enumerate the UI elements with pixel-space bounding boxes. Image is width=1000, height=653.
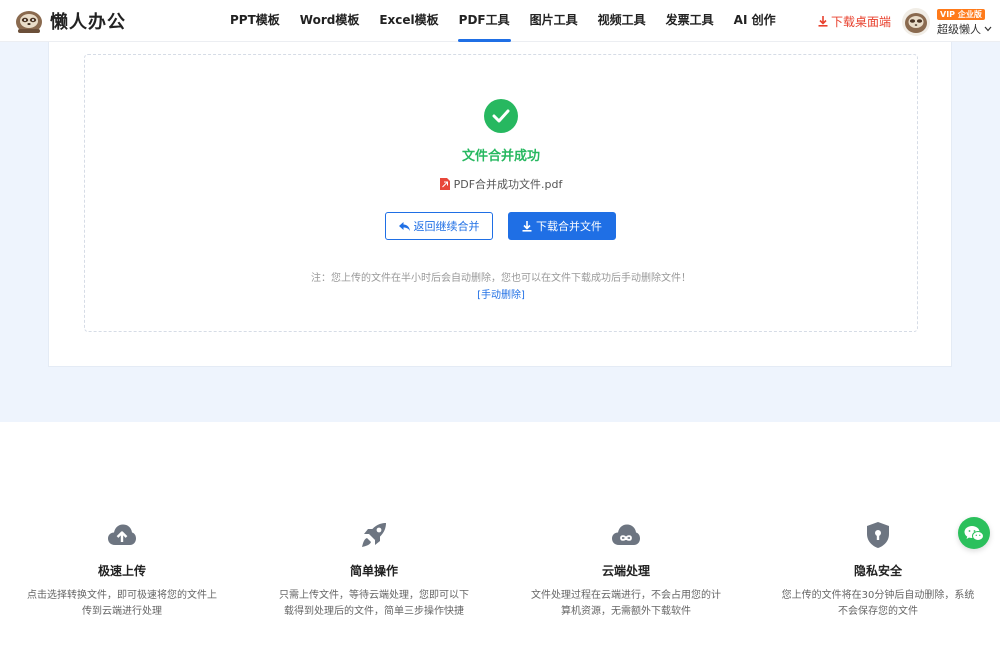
feature-title: 极速上传 [97,564,146,578]
nav-excel-templates[interactable]: Excel模板 [369,0,448,42]
nav-ai-create[interactable]: AI 创作 [724,0,786,42]
chevron-down-icon [984,26,992,32]
download-desktop-link[interactable]: 下载桌面端 [818,13,891,30]
download-icon [522,220,532,232]
nav-pdf-tools[interactable]: PDF工具 [449,0,520,42]
success-message: 文件合并成功 [461,149,540,164]
feature-desc: 点击选择转换文件，即可极速将您的文件上传到云端进行处理 [27,590,217,617]
wechat-float-button[interactable] [958,517,990,549]
feature-title: 简单操作 [349,564,398,578]
nav-word-templates[interactable]: Word模板 [290,0,370,42]
wechat-icon [964,525,984,541]
nav-image-tools[interactable]: 图片工具 [520,0,588,42]
top-navbar: 懒人办公 PPT模板 Word模板 Excel模板 PDF工具 图片工具 视频工… [0,0,1000,42]
feature-title: 云端处理 [601,564,650,578]
feature-desc: 只需上传文件，等待云端处理，您即可以下载得到处理后的文件，简单三步操作快捷 [279,590,469,617]
shield-lock-icon [863,520,893,550]
auto-delete-note: 注：您上传的文件在半小时后会自动删除，您也可以在文件下载成功后手动删除文件！ [311,273,691,284]
feature-desc: 您上传的文件将在30分钟后自动删除，系统不会保存您的文件 [781,590,975,617]
logo-text: 懒人办公 [50,12,126,33]
download-button-label: 下载合并文件 [536,220,602,233]
rocket-icon [359,520,389,550]
feature-simple-operation: 简单操作 只需上传文件，等待云端处理，您即可以下载得到处理后的文件，简单三步操作… [264,520,484,620]
success-check-icon [484,99,518,133]
back-continue-merge-button[interactable]: 返回继续合并 [385,212,493,240]
manual-delete-link[interactable]: [手动删除] [85,286,917,301]
feature-fast-upload: 极速上传 点击选择转换文件，即可极速将您的文件上传到云端进行处理 [12,520,232,620]
download-icon [818,16,828,27]
feature-desc: 文件处理过程在云端进行，不会占用您的计算机资源，无需额外下载软件 [531,590,721,617]
cloud-process-icon [611,520,641,550]
main-stage: 文件合并成功 PDF合并成功文件.pdf 返回继续合并 下载合并文件 注：您上传… [0,42,1000,422]
download-desktop-label: 下载桌面端 [831,15,892,29]
download-merged-file-button[interactable]: 下载合并文件 [508,212,616,240]
vip-badge: VIP 企业版 [937,9,985,20]
result-card: 文件合并成功 PDF合并成功文件.pdf 返回继续合并 下载合并文件 注：您上传… [48,42,952,367]
avatar[interactable] [902,8,930,36]
result-file: PDF合并成功文件.pdf [85,176,917,192]
logo[interactable]: 懒人办公 [14,7,126,35]
sloth-logo-icon [16,11,42,33]
result-panel: 文件合并成功 PDF合并成功文件.pdf 返回继续合并 下载合并文件 注：您上传… [84,54,918,332]
reply-arrow-icon [398,221,410,231]
back-button-label: 返回继续合并 [413,220,480,233]
result-file-name: PDF合并成功文件.pdf [453,178,563,191]
sloth-avatar-icon [905,13,927,33]
feature-title: 隐私安全 [853,564,902,578]
user-menu[interactable]: 超级懒人 [937,21,992,37]
pdf-file-icon [439,178,450,190]
cloud-upload-icon [107,520,137,550]
main-nav: PPT模板 Word模板 Excel模板 PDF工具 图片工具 视频工具 发票工… [220,0,786,42]
nav-ppt-templates[interactable]: PPT模板 [220,0,290,42]
username-label: 超级懒人 [937,23,981,36]
feature-cloud-processing: 云端处理 文件处理过程在云端进行，不会占用您的计算机资源，无需额外下载软件 [516,520,736,620]
nav-invoice-tools[interactable]: 发票工具 [656,0,724,42]
feature-privacy-security: 隐私安全 您上传的文件将在30分钟后自动删除，系统不会保存您的文件 [768,520,988,620]
nav-video-tools[interactable]: 视频工具 [588,0,656,42]
